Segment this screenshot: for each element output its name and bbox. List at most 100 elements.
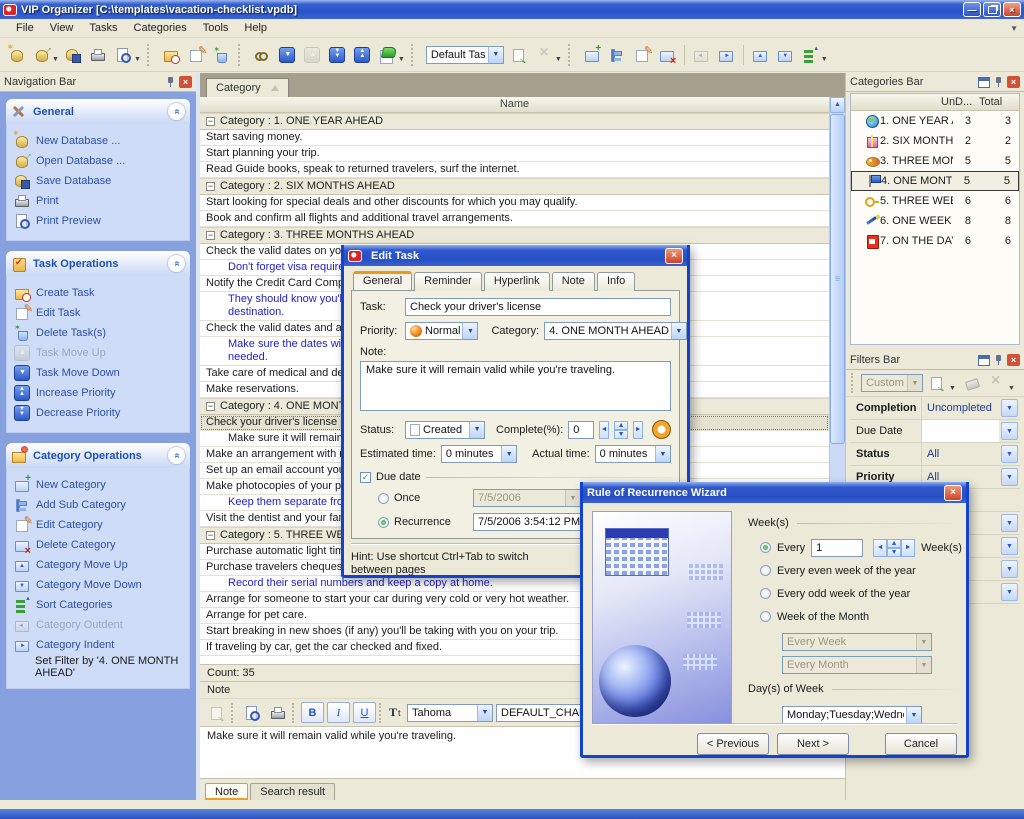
menu-item-view[interactable]: View	[42, 20, 82, 36]
restore-button[interactable]	[983, 2, 1001, 17]
chevron-down-icon[interactable]: ▼	[1001, 514, 1018, 532]
dropdown-caret-icon[interactable]: ▼	[1008, 385, 1015, 392]
task-row[interactable]: Start planning your trip.	[200, 146, 829, 162]
priority-combo[interactable]: Normal▼	[405, 322, 478, 340]
chevron-down-icon[interactable]: ▼	[1001, 537, 1018, 555]
decrease-priority-button[interactable]	[325, 42, 350, 67]
sidebar-item-delete-task-s[interactable]: Delete Task(s)	[14, 323, 185, 343]
sidebar-item-set-filter-by-4-one-month-ahead[interactable]: Set Filter by '4. ONE MONTH AHEAD'	[14, 655, 185, 679]
nav-group-header[interactable]: Task Operations«	[6, 251, 190, 276]
estimated-time-combo[interactable]: 0 minutes▼	[441, 445, 517, 463]
category-list-item[interactable]: 6. ONE WEEK AH88	[851, 211, 1019, 231]
scroll-up-icon[interactable]: ▲	[830, 97, 845, 113]
wizard-option-week-of-the-month[interactable]: Week of the Month	[760, 605, 962, 628]
tab-general[interactable]: General	[353, 271, 412, 290]
apply-note-button[interactable]	[205, 702, 228, 723]
sidebar-item-increase-priority[interactable]: Increase Priority	[14, 383, 185, 403]
db-new-button[interactable]	[4, 42, 29, 67]
collapse-chevron-icon[interactable]: «	[168, 255, 185, 272]
column-header-name[interactable]: Name	[200, 97, 829, 113]
erase-filter-button[interactable]	[962, 373, 982, 393]
minimize-button[interactable]: —	[963, 2, 981, 17]
chevron-down-icon[interactable]: ▼	[1001, 468, 1018, 486]
chevron-down-icon[interactable]: ▼	[501, 446, 516, 462]
close-icon[interactable]: ×	[179, 76, 192, 88]
collapse-chevron-icon[interactable]: «	[168, 447, 185, 464]
pencil-button[interactable]	[184, 42, 209, 67]
printer-button[interactable]	[86, 42, 111, 67]
save-filter-button[interactable]	[927, 373, 947, 393]
filter-row-due-date[interactable]: Due Date▼	[850, 420, 1020, 443]
cat-sub-button[interactable]	[605, 42, 630, 67]
due-date-checkbox[interactable]: ✓	[360, 472, 371, 483]
task-new-button[interactable]	[159, 42, 184, 67]
window-icon[interactable]	[978, 355, 990, 366]
sidebar-item-category-move-down[interactable]: Category Move Down	[14, 575, 185, 595]
scrollbar-thumb[interactable]	[830, 114, 845, 444]
sidebar-item-new-category[interactable]: New Category	[14, 475, 185, 495]
tab-info[interactable]: Info	[597, 272, 635, 291]
tab-reminder[interactable]: Reminder	[414, 272, 482, 291]
sidebar-item-edit-task[interactable]: Edit Task	[14, 303, 185, 323]
complete-input[interactable]: 0	[568, 421, 594, 439]
close-icon[interactable]: ×	[1007, 76, 1020, 88]
actual-time-combo[interactable]: 0 minutes▼	[595, 445, 671, 463]
collapse-icon[interactable]: −	[206, 117, 215, 126]
close-icon[interactable]: ×	[665, 248, 683, 264]
view-notes-button[interactable]	[375, 42, 400, 67]
spin-left-icon[interactable]: ◄	[873, 539, 887, 557]
sidebar-item-delete-category[interactable]: Delete Category	[14, 535, 185, 555]
pin-icon[interactable]	[994, 354, 1003, 366]
spin-left-icon[interactable]: ◄	[599, 421, 609, 439]
category-list-item[interactable]: 3. THREE MONTH55	[851, 151, 1019, 171]
chevron-down-icon[interactable]: ▼	[477, 705, 492, 721]
chevron-down-icon[interactable]: ▼	[462, 323, 477, 339]
radio-icon[interactable]	[760, 542, 771, 553]
bold-button[interactable]: B	[301, 702, 324, 723]
underline-button[interactable]: U	[353, 702, 376, 723]
chevron-down-icon[interactable]: ▼	[906, 707, 921, 723]
spin-right-icon[interactable]: ►	[901, 539, 915, 557]
category-list-item[interactable]: 5. THREE WEEKS66	[851, 191, 1019, 211]
sidebar-item-add-sub-category[interactable]: Add Sub Category	[14, 495, 185, 515]
menu-item-tools[interactable]: Tools	[195, 20, 237, 36]
spin-down-icon[interactable]: ▼	[614, 430, 628, 439]
task-type-combo[interactable]: Default Task V▼	[426, 46, 504, 64]
sidebar-item-edit-category[interactable]: Edit Category	[14, 515, 185, 535]
radio-icon[interactable]	[760, 588, 771, 599]
chevron-down-icon[interactable]: ▼	[1001, 399, 1018, 417]
spin-right-icon[interactable]: ►	[633, 421, 643, 439]
sidebar-item-sort-categories[interactable]: Sort Categories	[14, 595, 185, 615]
window-icon[interactable]	[978, 77, 990, 88]
category-list-item[interactable]: 1. ONE YEAR AH33	[851, 111, 1019, 131]
close-icon[interactable]: ×	[1007, 354, 1020, 366]
cat-del-button[interactable]	[655, 42, 680, 67]
nav-group-header[interactable]: Category Operations«	[6, 443, 190, 468]
chevron-down-icon[interactable]: ▼	[1001, 445, 1018, 463]
menu-item-help[interactable]: Help	[236, 20, 275, 36]
filter-row-status[interactable]: StatusAll▼	[850, 443, 1020, 466]
chevron-down-icon[interactable]: ▼	[469, 422, 484, 438]
pin-icon[interactable]	[994, 76, 1003, 88]
apply-button[interactable]	[507, 42, 532, 67]
collapse-chevron-icon[interactable]: «	[168, 103, 185, 120]
chevron-down-icon[interactable]: ▼	[488, 47, 503, 63]
collapse-icon[interactable]: −	[206, 402, 215, 411]
close-button[interactable]: ×	[1003, 2, 1021, 17]
category-list-item[interactable]: 2. SIX MONTHS A22	[851, 131, 1019, 151]
sidebar-item-category-indent[interactable]: Category Indent	[14, 635, 185, 655]
week-interval-input[interactable]: 1	[811, 539, 863, 557]
group-by-category-tab[interactable]: Category	[206, 78, 289, 97]
spin-up-icon[interactable]: ▲	[614, 421, 628, 430]
wizard-option-every-odd-week-of-the-year[interactable]: Every odd week of the year	[760, 582, 962, 605]
cat-in-button[interactable]	[714, 42, 739, 67]
tab-search-result[interactable]: Search result	[250, 783, 335, 800]
filter-row-completion[interactable]: CompletionUncompleted▼	[850, 397, 1020, 420]
menu-overflow-icon[interactable]: ▼	[1010, 24, 1024, 33]
note-preview-button[interactable]	[240, 702, 263, 723]
sidebar-item-task-move-down[interactable]: Task Move Down	[14, 363, 185, 383]
task-row[interactable]: Read Guide books, speak to returned trav…	[200, 162, 829, 178]
sidebar-item-create-task[interactable]: Create Task	[14, 283, 185, 303]
radio-icon[interactable]	[760, 565, 771, 576]
cat-up-button[interactable]	[748, 42, 773, 67]
